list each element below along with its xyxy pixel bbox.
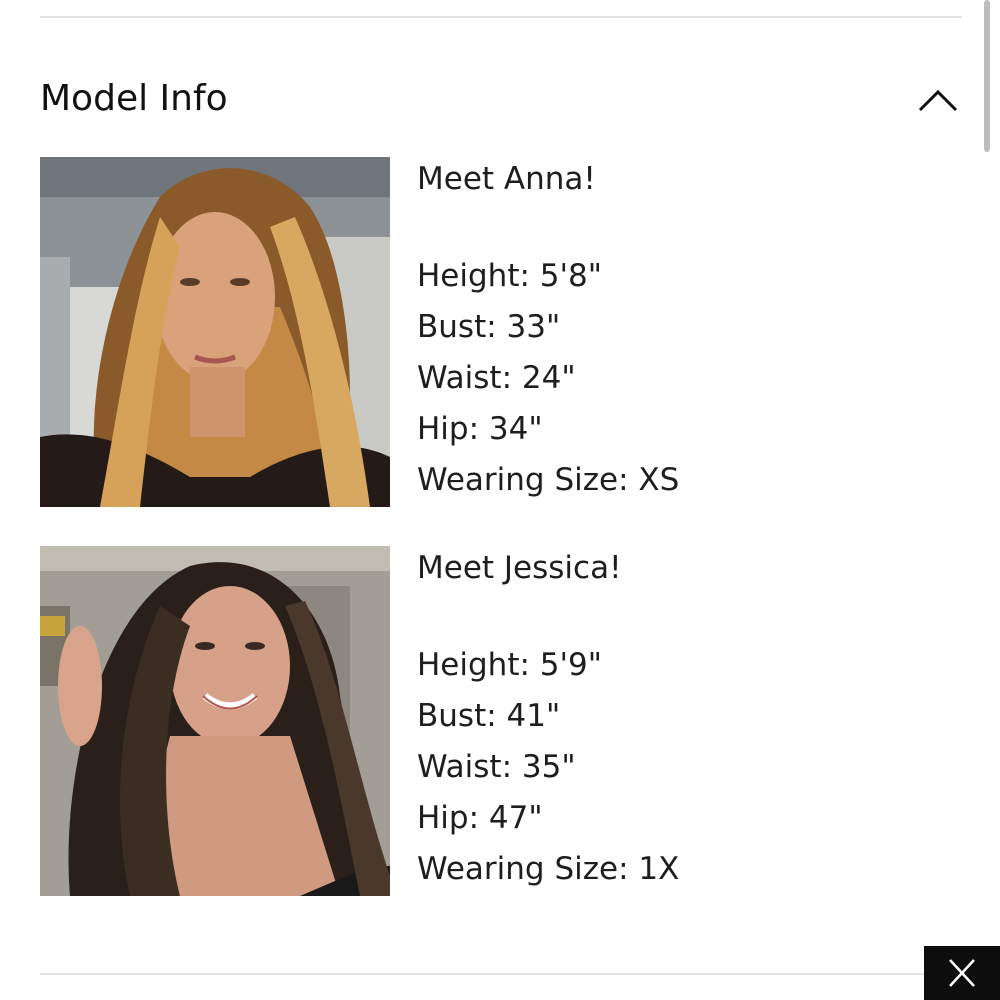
model-intro: Meet Jessica! <box>417 550 622 586</box>
model-card-anna: Meet Anna! Height: 5'8" Bust: 33" Waist:… <box>40 157 962 509</box>
model-photo-anna <box>40 157 390 507</box>
model-intro: Meet Anna! <box>417 161 596 197</box>
stat-wearing-size: Wearing Size: 1X <box>417 851 680 887</box>
model-stats-list: Height: 5'9" Bust: 41" Waist: 35" Hip: 4… <box>417 640 679 895</box>
stat-waist: Waist: 24" <box>417 360 576 396</box>
collapse-toggle-button[interactable] <box>914 82 962 118</box>
section-title: Model Info <box>40 78 228 119</box>
model-stats-list: Height: 5'8" Bust: 33" Waist: 24" Hip: 3… <box>417 251 679 506</box>
stat-hip: Hip: 34" <box>417 411 543 447</box>
stat-bust: Bust: 33" <box>417 309 561 345</box>
stat-waist: Waist: 35" <box>417 749 576 785</box>
scrollbar-thumb[interactable] <box>984 0 990 152</box>
model-card-jessica: Meet Jessica! Height: 5'9" Bust: 41" Wai… <box>40 546 962 898</box>
bottom-divider <box>40 973 924 975</box>
stat-bust: Bust: 41" <box>417 698 561 734</box>
model-info-page: Model Info Meet Anna! Height: 5'8" Bust:… <box>0 0 1000 1000</box>
model-photo-jessica <box>40 546 390 896</box>
close-button[interactable] <box>924 946 1000 1000</box>
top-divider <box>40 16 962 18</box>
stat-height: Height: 5'8" <box>417 258 603 294</box>
close-icon <box>949 959 975 987</box>
stat-wearing-size: Wearing Size: XS <box>417 462 680 498</box>
chevron-up-icon <box>918 89 958 112</box>
stat-hip: Hip: 47" <box>417 800 543 836</box>
stat-height: Height: 5'9" <box>417 647 603 683</box>
